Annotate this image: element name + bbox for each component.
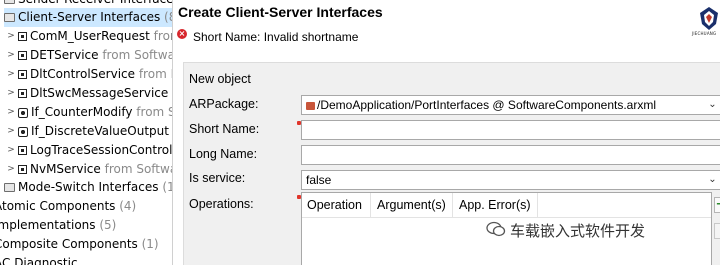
- tree-item-source: from Software: [102, 48, 176, 62]
- tree-item-label: AC Diagnostic: [0, 256, 78, 265]
- arpackage-combo[interactable]: /DemoApplication/PortInterfaces @ Softwa…: [301, 95, 720, 115]
- tree-item-label: NvMService: [30, 162, 101, 176]
- remove-operation-button[interactable]: [714, 223, 720, 239]
- error-icon: ×: [177, 29, 187, 39]
- tree-item[interactable]: >If_DiscreteValueOutput fro: [4, 122, 176, 141]
- tree-item[interactable]: Atomic Components (4): [0, 197, 176, 216]
- chevron-right-icon[interactable]: >: [4, 103, 18, 122]
- chevron-down-icon[interactable]: ⌄: [704, 96, 720, 114]
- watermark-text: 车载嵌入式软件开发: [510, 222, 646, 240]
- tree-item[interactable]: Implementations (5): [0, 216, 176, 235]
- interface-icon: [18, 165, 27, 174]
- tree-item-source: from Dl: [138, 67, 176, 81]
- tree-item[interactable]: Client-Server Interfaces (8): [4, 8, 176, 27]
- column-separator: [537, 193, 538, 217]
- operations-table[interactable]: Operation Argument(s) App. Error(s): [301, 192, 712, 265]
- tree-item-count: (1): [137, 237, 159, 251]
- tree-item[interactable]: AC Diagnostic: [0, 254, 176, 265]
- folder-icon: [4, 183, 15, 192]
- chevron-right-icon[interactable]: >: [4, 160, 18, 179]
- is-service-value: false: [306, 173, 332, 187]
- chevron-right-icon[interactable]: >: [4, 122, 18, 141]
- interface-icon: [18, 127, 28, 137]
- long-name-input[interactable]: [301, 145, 720, 165]
- tree-item[interactable]: > DltControlService from Dl: [4, 65, 176, 84]
- tree-item[interactable]: > If_CounterModify from So: [4, 103, 176, 122]
- short-name-label: Short Name:: [189, 122, 260, 136]
- interface-icon: [18, 70, 27, 79]
- short-name-input[interactable]: [301, 120, 720, 140]
- tree-item-label: If_DiscreteValueOutput: [31, 124, 169, 138]
- tree-item[interactable]: >ComM_UserRequest from: [4, 27, 176, 46]
- chevron-down-icon[interactable]: ⌄: [704, 171, 720, 189]
- tree-item-label: Composite Components: [0, 237, 138, 251]
- operations-label: Operations:: [189, 197, 254, 211]
- interface-icon: [18, 146, 27, 155]
- long-name-label: Long Name:: [189, 147, 258, 161]
- header-divider: [302, 217, 711, 218]
- tree-item-source: from Software: [104, 162, 176, 176]
- interface-icon: [18, 51, 27, 60]
- tree-item[interactable]: > NvMService from Software: [4, 160, 176, 179]
- interface-icon: [18, 108, 28, 118]
- wechat-icon: [486, 221, 506, 237]
- folder-icon: [4, 13, 15, 22]
- chevron-right-icon[interactable]: >: [4, 65, 18, 84]
- tree-item-label: If_CounterModify: [31, 105, 133, 119]
- group-label: New object: [189, 72, 251, 86]
- column-separator: [452, 193, 453, 217]
- chevron-right-icon[interactable]: >: [4, 141, 18, 160]
- chevron-right-icon[interactable]: >: [4, 84, 18, 103]
- tree-item-count: (5): [95, 218, 117, 232]
- tree-item[interactable]: >LogTraceSessionControl fro: [4, 141, 176, 160]
- tree-item-label: Atomic Components: [0, 199, 116, 213]
- tree-item-label: Implementations: [0, 218, 96, 232]
- chevron-right-icon[interactable]: >: [4, 46, 18, 65]
- add-operation-button[interactable]: +: [714, 197, 720, 213]
- interface-icon: [18, 32, 27, 41]
- arpackage-value: /DemoApplication/PortInterfaces @ Softwa…: [317, 98, 656, 112]
- logo-caption: JIECHUANG: [692, 31, 717, 36]
- tree-item-label: Sender-Receiver Interfaces: [18, 0, 176, 6]
- package-icon: [306, 101, 315, 110]
- tree-item[interactable]: >DltSwcMessageService fro: [4, 84, 176, 103]
- column-separator: [370, 193, 371, 217]
- dialog-title: Create Client-Server Interfaces: [178, 4, 383, 20]
- tree-item-label: DETService: [30, 48, 99, 62]
- folder-icon: [4, 0, 15, 4]
- tree-item-source: from So: [136, 105, 176, 119]
- arpackage-label: ARPackage:: [189, 97, 259, 111]
- interface-icon: [18, 89, 27, 98]
- chevron-right-icon[interactable]: >: [4, 27, 18, 46]
- tree-item-label: Mode-Switch Interfaces: [18, 180, 159, 194]
- project-tree[interactable]: Sender-Receiver Interfaces (2Client-Serv…: [0, 0, 176, 265]
- column-header-app-errors[interactable]: App. Error(s): [459, 198, 531, 212]
- is-service-combo[interactable]: false ⌄: [301, 170, 720, 190]
- column-header-arguments[interactable]: Argument(s): [377, 198, 446, 212]
- tree-item-count: (4): [115, 199, 137, 213]
- column-header-operation[interactable]: Operation: [307, 198, 362, 212]
- error-message: Short Name: Invalid shortname: [193, 30, 359, 44]
- tree-item[interactable]: Mode-Switch Interfaces (1): [4, 178, 176, 197]
- tree-item-label: DltSwcMessageService: [30, 86, 169, 100]
- tree-item-label: DltControlService: [30, 67, 136, 81]
- is-service-label: Is service:: [189, 171, 246, 185]
- tree-item-label: Client-Server Interfaces: [18, 10, 161, 24]
- logo-icon: [700, 7, 718, 30]
- tree-item-label: LogTraceSessionControl: [30, 143, 173, 157]
- tree-item-label: ComM_UserRequest: [30, 29, 150, 43]
- tree-item[interactable]: Composite Components (1): [0, 235, 176, 254]
- tree-item[interactable]: > DETService from Software: [4, 46, 176, 65]
